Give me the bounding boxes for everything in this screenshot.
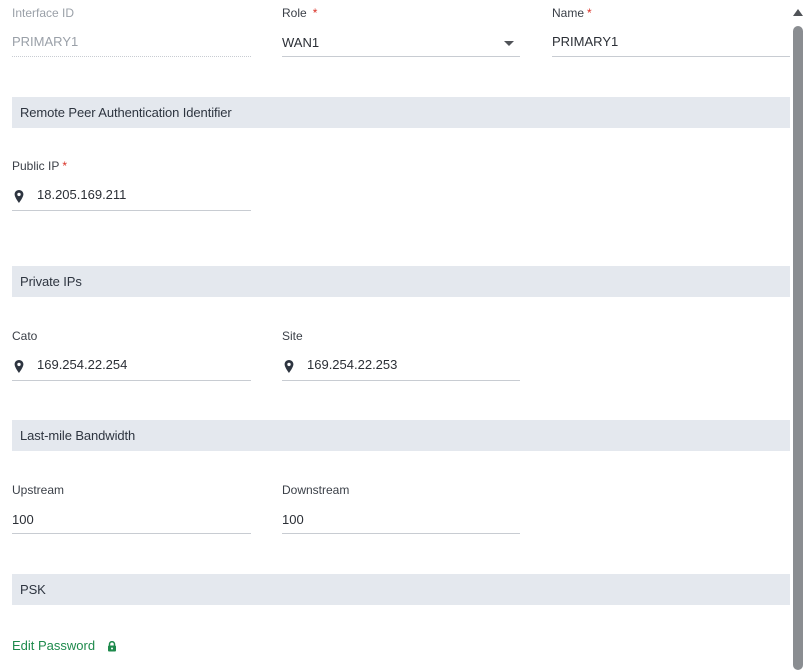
public-ip-value: 18.205.169.211 (37, 187, 127, 202)
required-marker: * (587, 6, 592, 20)
public-ip-field[interactable]: 18.205.169.211 (12, 184, 251, 208)
interface-id-label: Interface ID (12, 6, 75, 20)
section-psk-header: PSK (12, 574, 790, 605)
cato-ip-field[interactable]: 169.254.22.254 (12, 354, 251, 378)
upstream-underline (12, 533, 251, 534)
public-ip-underline (12, 210, 251, 211)
public-ip-label: Public IP * (12, 159, 68, 173)
cato-underline (12, 380, 251, 381)
name-input[interactable] (552, 31, 788, 51)
required-marker: * (312, 6, 318, 20)
downstream-label: Downstream (282, 483, 350, 497)
caret-down-icon (504, 41, 514, 46)
role-value: WAN1 (282, 35, 320, 50)
edit-password-link[interactable]: Edit Password (12, 637, 117, 655)
section-title: Private IPs (20, 274, 82, 289)
role-select[interactable]: WAN1 (282, 30, 520, 56)
required-marker: * (62, 159, 68, 173)
site-ip-field[interactable]: 169.254.22.253 (282, 354, 520, 378)
section-title: Last-mile Bandwidth (20, 428, 136, 443)
section-title: PSK (20, 582, 46, 597)
upstream-label: Upstream (12, 483, 65, 497)
section-bandwidth-header: Last-mile Bandwidth (12, 420, 790, 451)
interface-id-value: PRIMARY1 (12, 34, 79, 49)
interface-id-underline (12, 56, 251, 57)
lock-icon (107, 640, 116, 652)
section-remote-peer-header: Remote Peer Authentication Identifier (12, 97, 790, 128)
role-underline (282, 56, 520, 57)
location-pin-icon (14, 190, 24, 203)
site-underline (282, 380, 520, 381)
location-pin-icon (284, 360, 294, 373)
name-underline (552, 56, 790, 57)
name-label: Name * (552, 6, 592, 20)
upstream-input[interactable] (12, 509, 249, 529)
scroll-up-arrow-icon[interactable] (793, 9, 803, 16)
site-label: Site (282, 329, 303, 343)
site-ip-value: 169.254.22.253 (307, 357, 398, 372)
downstream-underline (282, 533, 520, 534)
location-pin-icon (14, 360, 24, 373)
section-title: Remote Peer Authentication Identifier (20, 105, 232, 120)
role-label: Role * (282, 6, 318, 20)
section-private-ips-header: Private IPs (12, 266, 790, 297)
edit-password-label: Edit Password (12, 638, 96, 653)
cato-label: Cato (12, 329, 38, 343)
downstream-input[interactable] (282, 509, 518, 529)
cato-ip-value: 169.254.22.254 (37, 357, 128, 372)
scrollbar-thumb[interactable] (793, 26, 803, 670)
